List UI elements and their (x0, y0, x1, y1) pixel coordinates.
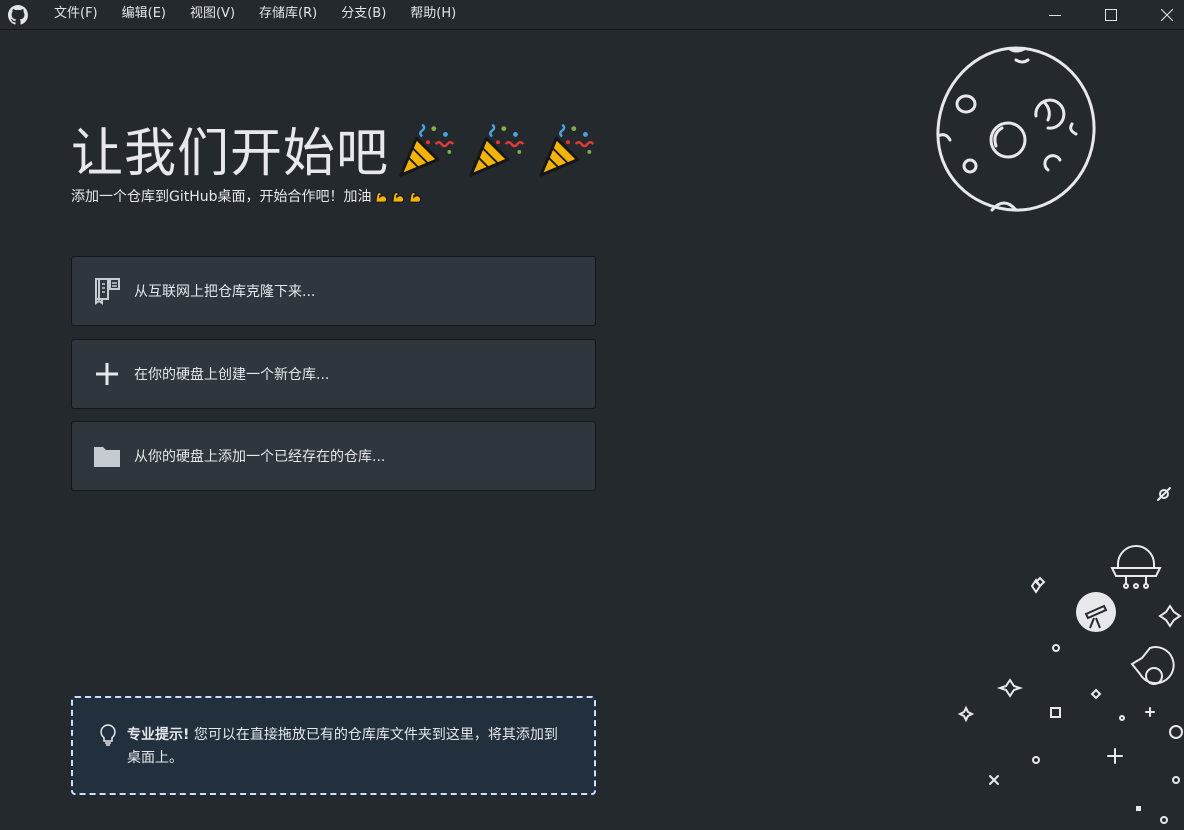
maximize-button[interactable] (1088, 0, 1134, 30)
flexed-biceps-icon (391, 191, 404, 203)
menu-branch[interactable]: 分支(B) (329, 0, 398, 30)
menu-repository[interactable]: 存储库(R) (247, 0, 329, 30)
tip-label: 专业提示! (127, 727, 190, 743)
subtitle-text: 添加一个仓库到GitHub桌面，开始合作吧！加油 (71, 189, 372, 205)
flexed-biceps-icon (374, 191, 387, 203)
party-popper-icon (399, 123, 455, 177)
menu-view[interactable]: 视图(V) (178, 0, 247, 30)
welcome-title: 让我们开始吧 (71, 123, 390, 184)
maximize-icon (1105, 9, 1117, 21)
clone-repository-button[interactable]: 从互联网上把仓库克隆下来... (71, 256, 596, 326)
menu-edit[interactable]: 编辑(E) (110, 0, 178, 30)
menu-bar: 文件(F) 编辑(E) 视图(V) 存储库(R) 分支(B) 帮助(H) (42, 0, 468, 30)
space-illustration (957, 487, 1183, 824)
close-icon (1161, 9, 1173, 21)
tip-text: 您可以在直接拖放已有的仓库库文件夹到这里，将其添加到桌面上。 (127, 727, 558, 766)
clone-repository-label: 从互联网上把仓库克隆下来... (134, 284, 316, 300)
minimize-icon (1049, 15, 1061, 16)
welcome-heading: 让我们开始吧 (71, 112, 599, 184)
menu-file[interactable]: 文件(F) (42, 0, 110, 30)
welcome-subtitle: 添加一个仓库到GitHub桌面，开始合作吧！加油 (71, 186, 423, 206)
light-bulb-icon (100, 724, 116, 746)
folder-icon (92, 441, 122, 471)
close-button[interactable] (1144, 0, 1184, 30)
party-popper-icon (469, 123, 525, 177)
flexed-biceps-icon (408, 191, 421, 203)
add-existing-repository-label: 从你的硬盘上添加一个已经存在的仓库... (134, 449, 386, 465)
plus-icon (92, 359, 122, 389)
moon-illustration (936, 46, 1096, 212)
add-existing-repository-button[interactable]: 从你的硬盘上添加一个已经存在的仓库... (71, 421, 596, 491)
create-repository-label: 在你的硬盘上创建一个新仓库... (134, 367, 330, 383)
drop-zone-tip[interactable]: 专业提示! 您可以在直接拖放已有的仓库库文件夹到这里，将其添加到桌面上。 (71, 696, 596, 795)
create-repository-button[interactable]: 在你的硬盘上创建一个新仓库... (71, 339, 596, 409)
repo-clone-icon (92, 276, 122, 306)
menu-help[interactable]: 帮助(H) (398, 0, 468, 30)
minimize-button[interactable] (1032, 0, 1078, 30)
github-icon[interactable] (8, 5, 28, 25)
party-popper-icon (539, 123, 595, 177)
title-bar: 文件(F) 编辑(E) 视图(V) 存储库(R) 分支(B) 帮助(H) (0, 0, 1184, 30)
